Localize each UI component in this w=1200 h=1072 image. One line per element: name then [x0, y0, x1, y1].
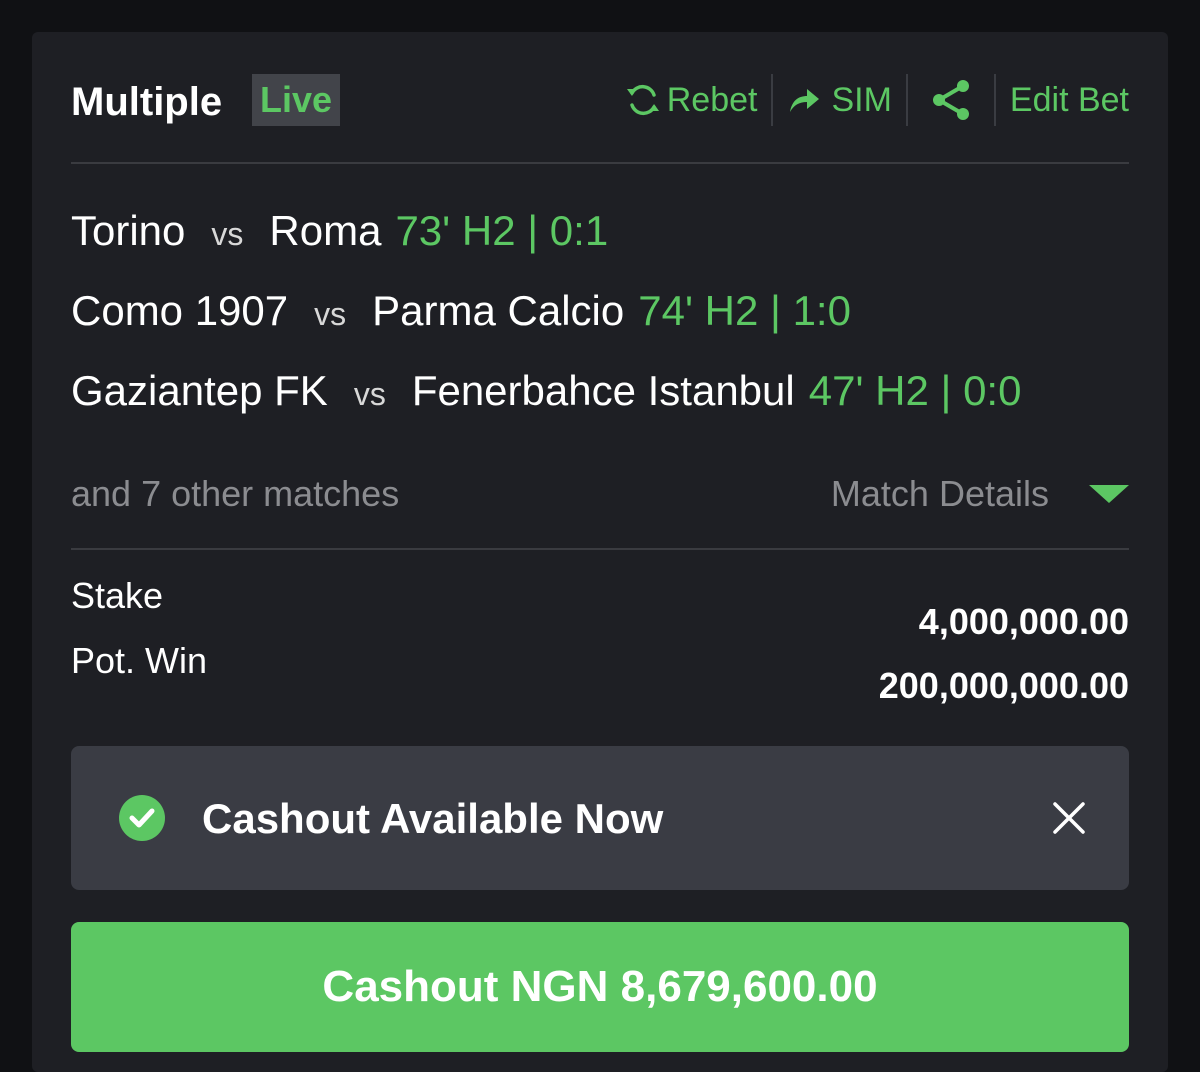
away-team: Parma Calcio	[372, 287, 625, 334]
action-divider	[905, 74, 908, 126]
rebet-label: Rebet	[666, 80, 758, 119]
close-icon[interactable]	[1049, 798, 1089, 838]
match-details-label: Match Details	[830, 473, 1049, 514]
bet-header: Multiple Live Rebet SIM Edit Bet	[71, 72, 1129, 128]
match-row: Gaziantep FK vs Fenerbahce Istanbul 47' H2 …	[71, 366, 1021, 416]
sim-button[interactable]: SIM	[787, 72, 892, 128]
pot-win-label: Pot. Win	[71, 640, 208, 681]
bet-type-title: Multiple	[71, 80, 223, 124]
stake-value: 4,000,000.00	[918, 601, 1129, 642]
cashout-notice-text: Cashout Available Now	[202, 795, 664, 842]
triangle-down-icon	[1089, 485, 1129, 503]
edit-bet-button[interactable]: Edit Bet	[1010, 72, 1129, 128]
vs-label: vs	[353, 376, 386, 412]
pot-win-value: 200,000,000.00	[878, 665, 1129, 706]
more-matches-text: and 7 other matches	[71, 473, 400, 514]
away-team: Roma	[269, 207, 382, 254]
sim-label: SIM	[831, 80, 892, 119]
cashout-button[interactable]: Cashout NGN 8,679,600.00	[71, 922, 1129, 1052]
bet-card-content: Multiple Live Rebet SIM Edit Bet Torino …	[71, 32, 1129, 1072]
match-details-toggle[interactable]: Match Details	[831, 472, 1129, 516]
action-divider	[771, 74, 774, 126]
home-team: Gaziantep FK	[71, 367, 328, 414]
share-icon	[928, 77, 974, 123]
match-row: Torino vs Roma 73' H2 | 0:1	[71, 206, 608, 256]
home-team: Como 1907	[71, 287, 289, 334]
match-status: 74' H2 | 1:0	[638, 287, 851, 334]
share-arrow-icon	[787, 83, 821, 117]
header-actions: Rebet SIM Edit Bet	[623, 72, 1129, 128]
live-badge: Live	[252, 74, 341, 126]
matches-divider	[71, 548, 1129, 550]
refresh-icon	[623, 80, 663, 120]
bet-card: Multiple Live Rebet SIM Edit Bet Torino …	[32, 32, 1168, 1072]
edit-bet-label: Edit Bet	[1009, 80, 1129, 119]
share-button[interactable]	[928, 72, 974, 128]
header-divider	[71, 162, 1129, 164]
away-team: Fenerbahce Istanbul	[411, 367, 795, 414]
match-status: 73' H2 | 0:1	[395, 207, 609, 254]
check-circle-icon	[119, 795, 165, 841]
home-team: Torino	[71, 207, 186, 254]
action-divider	[993, 74, 996, 126]
stake-label: Stake	[71, 575, 164, 616]
vs-label: vs	[314, 296, 347, 332]
match-status: 47' H2 | 0:0	[808, 367, 1022, 414]
vs-label: vs	[211, 216, 244, 252]
rebet-button[interactable]: Rebet	[623, 72, 758, 128]
match-row: Como 1907 vs Parma Calcio 74' H2 | 1:0	[71, 286, 851, 336]
cashout-notice: Cashout Available Now	[71, 746, 1129, 890]
